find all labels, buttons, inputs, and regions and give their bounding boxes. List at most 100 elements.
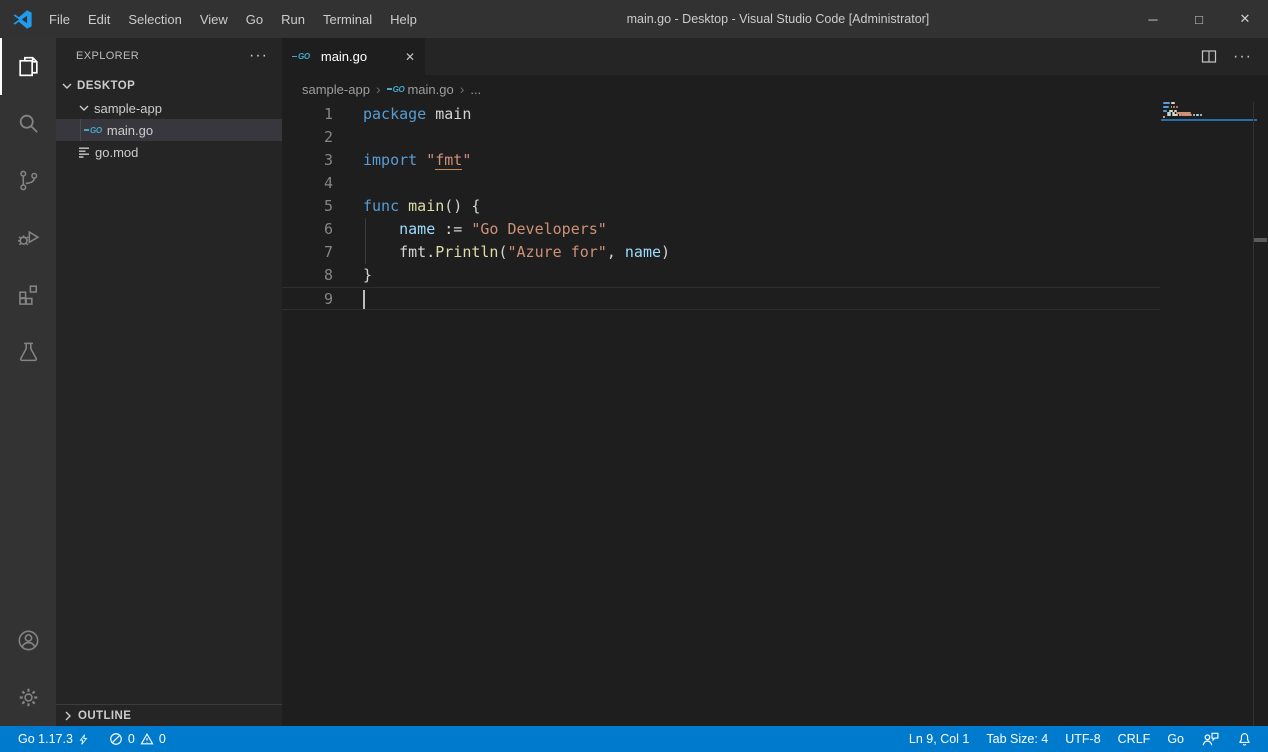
status-bar-right: Ln 9, Col 1 Tab Size: 4 UTF-8CRLF Go: [903, 726, 1268, 752]
text-cursor: [363, 290, 365, 309]
minimap[interactable]: [1163, 102, 1253, 146]
code-line-5[interactable]: 5func main() {: [282, 195, 1160, 218]
extensions-icon: [16, 282, 41, 307]
window-controls: ─ □ ✕: [1130, 0, 1268, 38]
activity-extensions[interactable]: [0, 266, 56, 323]
status-end-of-line[interactable]: CRLF: [1112, 726, 1157, 752]
activity-testing[interactable]: [0, 323, 56, 380]
minimap-line: [1171, 106, 1173, 108]
minimap-line: [1200, 114, 1202, 116]
activity-explorer[interactable]: [0, 38, 56, 95]
vscode-logo-icon: [13, 10, 32, 29]
breadcrumb-label: ...: [470, 82, 481, 97]
menu-run[interactable]: Run: [272, 0, 314, 38]
minimap-line: [1163, 102, 1170, 104]
tree-item-label: DESKTOP: [77, 80, 135, 92]
activity-search[interactable]: [0, 95, 56, 152]
outline-section-header[interactable]: OUTLINE: [56, 704, 282, 726]
vscode-window: FileEditSelectionViewGoRunTerminalHelp m…: [0, 0, 1268, 752]
lightning-icon: [78, 732, 89, 747]
code-line-7[interactable]: 7 fmt.Println("Azure for", name): [282, 241, 1160, 264]
go-mod-icon: [78, 146, 90, 158]
chevron-separator-icon: ›: [376, 81, 381, 97]
status-indentation[interactable]: Tab Size: 4: [980, 726, 1054, 752]
code-line-2[interactable]: 2: [282, 126, 1160, 149]
activity-bar-spacer: [0, 380, 56, 612]
code-line-8[interactable]: 8}: [282, 264, 1160, 287]
line-number: 3: [282, 149, 333, 172]
minimap-line: [1167, 114, 1171, 116]
line-text: fmt.Println("Azure for", name): [363, 241, 670, 264]
status-notifications[interactable]: [1231, 726, 1258, 752]
workbench-body: EXPLORER ··· DESKTOPsample-appGOmain.gog…: [0, 38, 1268, 726]
tab-main-go[interactable]: GO main.go ✕: [282, 38, 425, 75]
line-text: package main: [363, 103, 471, 126]
status-go-version[interactable]: Go 1.17.3: [12, 726, 95, 752]
line-number: 4: [282, 172, 333, 195]
maximize-button[interactable]: □: [1176, 0, 1222, 38]
activity-bar: [0, 38, 56, 726]
tree-item-sample-app[interactable]: sample-app: [56, 97, 282, 119]
close-tab-icon[interactable]: ✕: [405, 50, 415, 64]
explorer-more-actions-button[interactable]: ···: [249, 51, 268, 61]
menu-edit[interactable]: Edit: [79, 0, 119, 38]
file-tree: DESKTOP sample-appGOmain.gogo.mod: [56, 73, 282, 704]
menu-go[interactable]: Go: [237, 0, 272, 38]
tree-item-main-go[interactable]: GOmain.go: [56, 119, 282, 141]
minimap-current-line: [1161, 119, 1257, 121]
explorer-title: EXPLORER: [76, 50, 139, 62]
status-problems[interactable]: 00: [103, 726, 172, 752]
tree-item-desktop[interactable]: DESKTOP: [56, 75, 282, 97]
tree-item-go-mod[interactable]: go.mod: [56, 141, 282, 163]
status-feedback[interactable]: [1195, 726, 1226, 752]
breadcrumb--[interactable]: ...: [470, 82, 481, 97]
line-text: }: [363, 264, 372, 287]
split-editor-button[interactable]: [1201, 49, 1217, 65]
beaker-icon: [16, 339, 41, 364]
search-icon: [16, 111, 41, 136]
status-encoding[interactable]: UTF-8: [1059, 726, 1106, 752]
minimap-line: [1193, 114, 1195, 116]
status-label: 0: [128, 732, 135, 746]
code-line-3[interactable]: 3import "fmt": [282, 149, 1160, 172]
minimap-line: [1171, 102, 1176, 104]
code-line-4[interactable]: 4: [282, 172, 1160, 195]
status-bar: Go 1.17.3 00 Ln 9, Col 1 Tab Size: 4 UTF-8C…: [0, 726, 1268, 752]
breadcrumb-main-go[interactable]: GOmain.go: [387, 82, 454, 97]
code-line-9[interactable]: 9: [282, 287, 1160, 310]
code-line-6[interactable]: 6 name := "Go Developers": [282, 218, 1160, 241]
menu-file[interactable]: File: [40, 0, 79, 38]
minimap-line: [1172, 114, 1179, 116]
minimap-line: [1163, 106, 1169, 108]
status-label: Tab Size: 4: [986, 732, 1048, 746]
line-number: 6: [282, 218, 333, 241]
minimize-button[interactable]: ─: [1130, 0, 1176, 38]
overview-ruler-cursor-mark: [1254, 238, 1267, 242]
editor-more-actions-button[interactable]: ···: [1233, 53, 1252, 61]
indent-guide: [365, 218, 366, 241]
activity-source-control[interactable]: [0, 152, 56, 209]
code-editor[interactable]: 1 package main23import "fmt"45func main()…: [282, 103, 1268, 726]
breadcrumb-label: sample-app: [302, 82, 370, 97]
breadcrumb-sample-app[interactable]: sample-app: [302, 82, 370, 97]
status-language-mode[interactable]: Go: [1161, 726, 1190, 752]
line-number: 1: [282, 103, 333, 126]
menu-terminal[interactable]: Terminal: [314, 0, 381, 38]
breadcrumb-label: main.go: [407, 82, 453, 97]
indent-guide: [365, 241, 366, 264]
menu-view[interactable]: View: [191, 0, 237, 38]
activity-manage[interactable]: [0, 669, 56, 726]
status-label: Go: [1167, 732, 1184, 746]
activity-run-and-debug[interactable]: [0, 209, 56, 266]
close-button[interactable]: ✕: [1222, 0, 1268, 38]
explorer-sidebar: EXPLORER ··· DESKTOP sample-appGOmain.gog…: [56, 38, 282, 726]
status-cursor-position[interactable]: Ln 9, Col 1: [903, 726, 975, 752]
code-line-1[interactable]: 1 package main: [282, 103, 1160, 126]
line-number: 7: [282, 241, 333, 264]
menu-selection[interactable]: Selection: [119, 0, 190, 38]
line-number: 8: [282, 264, 333, 287]
activity-accounts[interactable]: [0, 612, 56, 669]
minimap-line: [1176, 106, 1178, 108]
menu-help[interactable]: Help: [381, 0, 426, 38]
window-title: main.go - Desktop - Visual Studio Code […: [426, 12, 1130, 26]
